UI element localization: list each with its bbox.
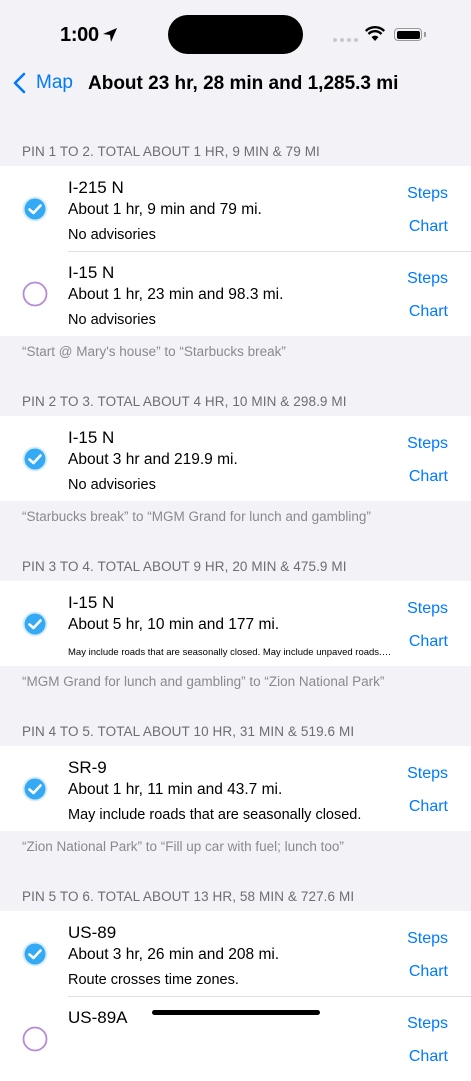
dynamic-island (168, 15, 303, 54)
steps-button[interactable]: Steps (407, 185, 448, 203)
checkmark-circle-icon[interactable] (22, 941, 48, 967)
route-list: PIN 1 TO 2. TOTAL ABOUT 1 HR, 9 MIN & 79… (0, 138, 471, 1081)
steps-button[interactable]: Steps (407, 270, 448, 288)
route-advisory: May include roads that are seasonally cl… (68, 647, 393, 658)
section-footer: “Zion National Park” to “Fill up car wit… (22, 839, 344, 854)
section-footer: “MGM Grand for lunch and gambling” to “Z… (22, 674, 385, 689)
chevron-left-icon (13, 72, 26, 94)
route-summary: About 1 hr, 11 min and 43.7 mi. (68, 781, 283, 798)
checkmark-circle-icon[interactable] (22, 776, 48, 802)
steps-button[interactable]: Steps (407, 765, 448, 783)
chart-button[interactable]: Chart (409, 1048, 448, 1066)
section-header: PIN 2 TO 3. TOTAL ABOUT 4 HR, 10 MIN & 2… (22, 394, 347, 409)
steps-button[interactable]: Steps (407, 435, 448, 453)
route-advisory: Route crosses time zones. (68, 972, 239, 988)
navigation-bar: Map About 23 hr, 28 min and 1,285.3 mi (0, 62, 471, 106)
route-row[interactable]: I-15 N About 5 hr, 10 min and 177 mi. May … (0, 581, 471, 666)
road-name: SR-9 (68, 758, 107, 777)
route-advisory: No advisories (68, 477, 156, 493)
section-header: PIN 1 TO 2. TOTAL ABOUT 1 HR, 9 MIN & 79… (22, 144, 320, 159)
route-group: I-15 N About 3 hr and 219.9 mi. No advisor… (0, 416, 471, 501)
route-advisory: No advisories (68, 312, 156, 328)
route-summary: About 1 hr, 23 min and 98.3 mi. (68, 286, 284, 303)
route-summary: About 3 hr, 26 min and 208 mi. (68, 946, 280, 963)
section-footer: “Start @ Mary's house” to “Starbucks bre… (22, 344, 286, 359)
status-bar: 1:00 (0, 0, 471, 62)
road-name: I-15 N (68, 263, 115, 282)
road-name: US-89 (68, 923, 117, 942)
wifi-icon (365, 26, 385, 41)
page-title: About 23 hr, 28 min and 1,285.3 mi (88, 73, 399, 94)
cellular-signal-icon (333, 38, 358, 42)
route-group: SR-9 About 1 hr, 11 min and 43.7 mi. May i… (0, 746, 471, 831)
route-row[interactable]: I-15 N About 1 hr, 23 min and 98.3 mi. No … (0, 251, 471, 336)
chart-button[interactable]: Chart (409, 218, 448, 236)
empty-circle-icon[interactable] (22, 1026, 48, 1052)
steps-button[interactable]: Steps (407, 600, 448, 618)
route-group: I-215 N About 1 hr, 9 min and 79 mi. No ad… (0, 166, 471, 336)
chart-button[interactable]: Chart (409, 633, 448, 651)
route-summary: About 5 hr, 10 min and 177 mi. (68, 616, 280, 633)
steps-button[interactable]: Steps (407, 1015, 448, 1033)
route-row[interactable]: SR-9 About 1 hr, 11 min and 43.7 mi. May i… (0, 746, 471, 831)
route-row[interactable]: US-89A Steps Chart (0, 996, 471, 1081)
location-arrow-icon (103, 28, 117, 42)
route-row[interactable]: I-15 N About 3 hr and 219.9 mi. No advisor… (0, 416, 471, 501)
route-row[interactable]: US-89 About 3 hr, 26 min and 208 mi. Route… (0, 911, 471, 996)
section-header: PIN 4 TO 5. TOTAL ABOUT 10 HR, 31 MIN & … (22, 724, 355, 739)
empty-circle-icon[interactable] (22, 281, 48, 307)
chart-button[interactable]: Chart (409, 468, 448, 486)
road-name: I-215 N (68, 178, 124, 197)
road-name: US-89A (68, 1008, 128, 1027)
back-label: Map (36, 72, 73, 93)
route-advisory: No advisories (68, 227, 156, 243)
checkmark-circle-icon[interactable] (22, 446, 48, 472)
route-advisory: May include roads that are seasonally cl… (68, 807, 362, 823)
home-indicator (152, 1010, 320, 1015)
route-group: US-89 About 3 hr, 26 min and 208 mi. Route… (0, 911, 471, 1081)
road-name: I-15 N (68, 428, 115, 447)
route-group: I-15 N About 5 hr, 10 min and 177 mi. May … (0, 581, 471, 666)
section-footer: “Starbucks break” to “MGM Grand for lunc… (22, 509, 371, 524)
road-name: I-15 N (68, 593, 115, 612)
status-time: 1:00 (60, 24, 99, 46)
back-button[interactable]: Map (12, 72, 73, 94)
battery-icon (394, 28, 422, 41)
route-row[interactable]: I-215 N About 1 hr, 9 min and 79 mi. No ad… (0, 166, 471, 251)
chart-button[interactable]: Chart (409, 798, 448, 816)
route-summary: About 3 hr and 219.9 mi. (68, 451, 238, 468)
section-header: PIN 5 TO 6. TOTAL ABOUT 13 HR, 58 MIN & … (22, 889, 355, 904)
chart-button[interactable]: Chart (409, 963, 448, 981)
chart-button[interactable]: Chart (409, 303, 448, 321)
route-summary: About 1 hr, 9 min and 79 mi. (68, 201, 262, 218)
section-header: PIN 3 TO 4. TOTAL ABOUT 9 HR, 20 MIN & 4… (22, 559, 347, 574)
steps-button[interactable]: Steps (407, 930, 448, 948)
checkmark-circle-icon[interactable] (22, 196, 48, 222)
checkmark-circle-icon[interactable] (22, 611, 48, 637)
